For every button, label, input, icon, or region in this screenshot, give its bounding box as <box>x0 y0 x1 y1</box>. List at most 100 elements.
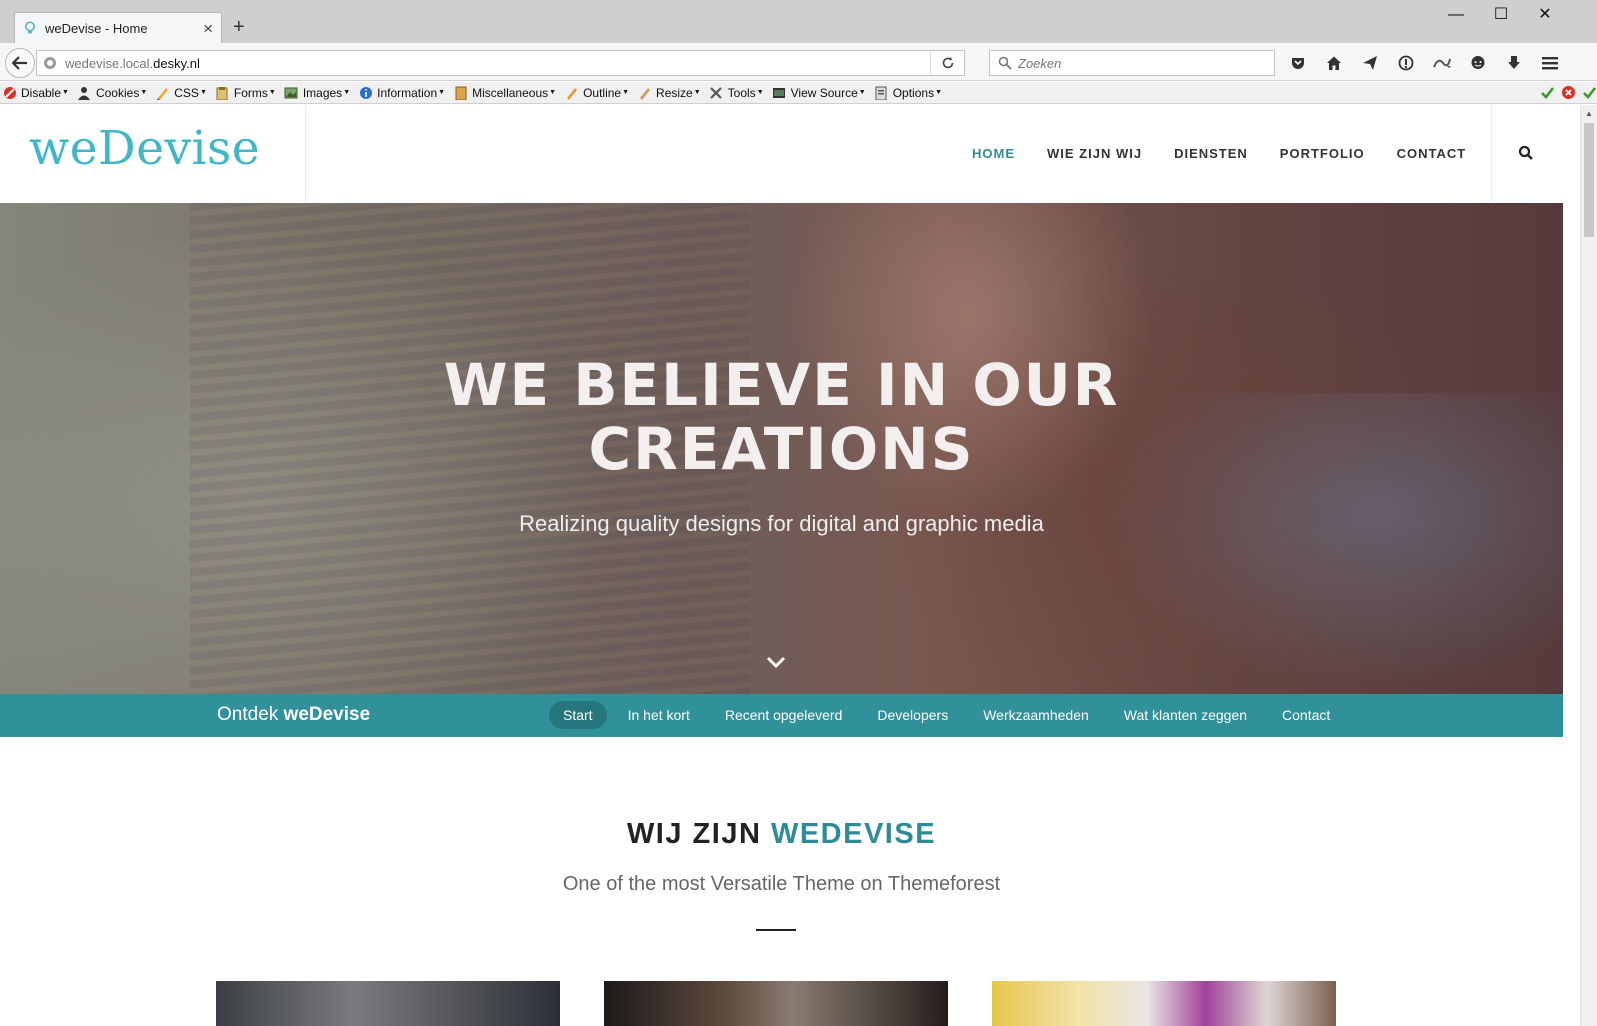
options-icon <box>874 85 889 100</box>
feature-image <box>992 981 1336 1026</box>
nav-portfolio[interactable]: PORTFOLIO <box>1280 146 1365 161</box>
site-info-icon[interactable] <box>43 56 57 70</box>
info-icon[interactable] <box>1388 55 1424 71</box>
devbar-label: CSS <box>174 85 199 100</box>
section-link-werkzaamheden[interactable]: Werkzaamheden <box>969 701 1103 729</box>
devbar-label: Miscellaneous <box>472 85 549 100</box>
hero-title: WE BELIEVE IN OUR CREATIONS <box>0 353 1563 481</box>
devbar-tools[interactable]: Tools ▼ <box>709 85 764 100</box>
devbar-cookies[interactable]: Cookies ▼ <box>77 85 147 100</box>
tab-title: weDevise - Home <box>45 20 148 36</box>
nav-contact[interactable]: CONTACT <box>1397 146 1467 161</box>
section-link-in-het-kort[interactable]: In het kort <box>614 701 704 729</box>
hero-section: WE BELIEVE IN OUR CREATIONS Realizing qu… <box>0 203 1563 694</box>
devbar-label: Resize <box>656 85 693 100</box>
section-link-start[interactable]: Start <box>549 701 607 729</box>
devbar-label: Tools <box>727 85 756 100</box>
browser-navbar: wedevise.local. desky.nl <box>0 43 1597 81</box>
devbar-images[interactable]: Images ▼ <box>284 85 350 100</box>
devbar-forms[interactable]: Forms ▼ <box>215 85 276 100</box>
scrollbar-thumb[interactable] <box>1584 123 1594 237</box>
minimize-button[interactable]: — <box>1436 4 1476 26</box>
new-tab-button[interactable]: + <box>233 17 245 37</box>
extension-icon[interactable] <box>1424 55 1460 71</box>
intro-title-accent: WEDEVISE <box>770 818 937 850</box>
address-bar[interactable]: wedevise.local. desky.nl <box>36 50 965 76</box>
devbar-disable[interactable]: Disable ▼ <box>2 85 69 100</box>
section-nav-links: Start In het kort Recent opgeleverd Deve… <box>549 701 1351 729</box>
devbar-label: Forms <box>233 85 268 100</box>
browser-titlebar: weDevise - Home × + — ☐ ✕ <box>0 0 1597 43</box>
brand-bold: weDevise <box>283 704 371 725</box>
error-icon <box>1561 85 1576 103</box>
site-logo[interactable]: weDevise <box>29 121 260 176</box>
check-icon <box>1582 85 1597 103</box>
url-host: desky.nl <box>153 55 200 71</box>
chevron-down-icon[interactable] <box>766 655 786 669</box>
intro-subtitle: One of the most Versatile Theme on Theme… <box>562 873 1001 895</box>
download-icon[interactable] <box>1496 55 1532 71</box>
hero-title-line2: CREATIONS <box>588 415 975 483</box>
brand-prefix: Ontdek <box>217 704 284 725</box>
search-icon <box>998 56 1012 70</box>
close-window-button[interactable]: ✕ <box>1525 4 1565 26</box>
devbar-view-source[interactable]: View Source ▼ <box>772 85 866 100</box>
chat-icon[interactable] <box>1460 55 1496 71</box>
intro-title-plain: WIJ ZIJN <box>626 818 771 850</box>
images-icon <box>284 85 299 100</box>
back-button[interactable] <box>5 48 35 78</box>
site-header: weDevise HOME WIE ZIJN WIJ DIENSTEN PORT… <box>0 105 1580 203</box>
url-prefix: wedevise.local. <box>65 55 154 71</box>
send-icon[interactable] <box>1352 55 1388 71</box>
home-icon[interactable] <box>1316 55 1352 71</box>
reload-button[interactable] <box>930 51 964 75</box>
bulb-favicon-icon <box>23 21 37 35</box>
outline-icon <box>564 85 579 100</box>
devbar-resize[interactable]: Resize ▼ <box>637 85 701 100</box>
site-search-icon[interactable] <box>1518 145 1536 163</box>
scroll-up-icon[interactable]: ▲ <box>1585 109 1593 118</box>
hero-title-line1: WE BELIEVE IN OUR <box>443 351 1120 419</box>
section-link-contact[interactable]: Contact <box>1268 701 1344 729</box>
section-nav-brand: Ontdek weDevise <box>217 704 370 726</box>
devbar-label: Cookies <box>95 85 140 100</box>
devbar-outline[interactable]: Outline ▼ <box>564 85 629 100</box>
search-bar[interactable] <box>989 50 1275 76</box>
page-scrollbar[interactable]: ▲ <box>1580 105 1597 1026</box>
cookies-icon <box>77 85 92 100</box>
header-divider <box>1491 105 1492 203</box>
miscellaneous-icon <box>453 85 468 100</box>
devbar-miscellaneous[interactable]: Miscellaneous ▼ <box>453 85 556 100</box>
resize-icon <box>637 85 652 100</box>
nav-diensten[interactable]: DIENSTEN <box>1174 146 1248 161</box>
page-viewport: weDevise HOME WIE ZIJN WIJ DIENSTEN PORT… <box>0 105 1580 1026</box>
section-link-developers[interactable]: Developers <box>863 701 962 729</box>
feature-image <box>604 981 948 1026</box>
header-divider <box>305 105 306 203</box>
information-icon <box>358 85 373 100</box>
nav-home[interactable]: HOME <box>972 146 1015 161</box>
menu-icon[interactable] <box>1532 55 1568 71</box>
search-input[interactable] <box>1018 55 1258 71</box>
maximize-button[interactable]: ☐ <box>1481 4 1521 26</box>
devbar-options[interactable]: Options ▼ <box>874 85 942 100</box>
devbar-css[interactable]: CSS ▼ <box>155 85 207 100</box>
devbar-label: View Source <box>790 85 858 100</box>
section-link-wat-klanten-zeggen[interactable]: Wat klanten zeggen <box>1110 701 1261 729</box>
section-link-recent-opgeleverd[interactable]: Recent opgeleverd <box>711 701 857 729</box>
nav-wie-zijn-wij[interactable]: WIE ZIJN WIJ <box>1047 146 1142 161</box>
divider <box>756 929 796 931</box>
devbar-status <box>1540 85 1597 103</box>
main-nav: HOME WIE ZIJN WIJ DIENSTEN PORTFOLIO CON… <box>972 146 1498 161</box>
devbar-information[interactable]: Information ▼ <box>358 85 445 100</box>
css-icon <box>155 85 170 100</box>
browser-tab-active[interactable]: weDevise - Home × <box>14 12 222 43</box>
arrow-left-icon <box>12 56 27 70</box>
tab-close-icon[interactable]: × <box>203 20 213 37</box>
pocket-icon[interactable] <box>1280 55 1316 71</box>
toolbar-icons <box>1280 51 1568 75</box>
web-developer-toolbar: Disable ▼ Cookies ▼ CSS ▼ Forms ▼ Images ▼ In… <box>0 82 1597 104</box>
view-source-icon <box>772 85 787 100</box>
forms-icon <box>215 85 230 100</box>
disable-icon <box>2 85 17 100</box>
